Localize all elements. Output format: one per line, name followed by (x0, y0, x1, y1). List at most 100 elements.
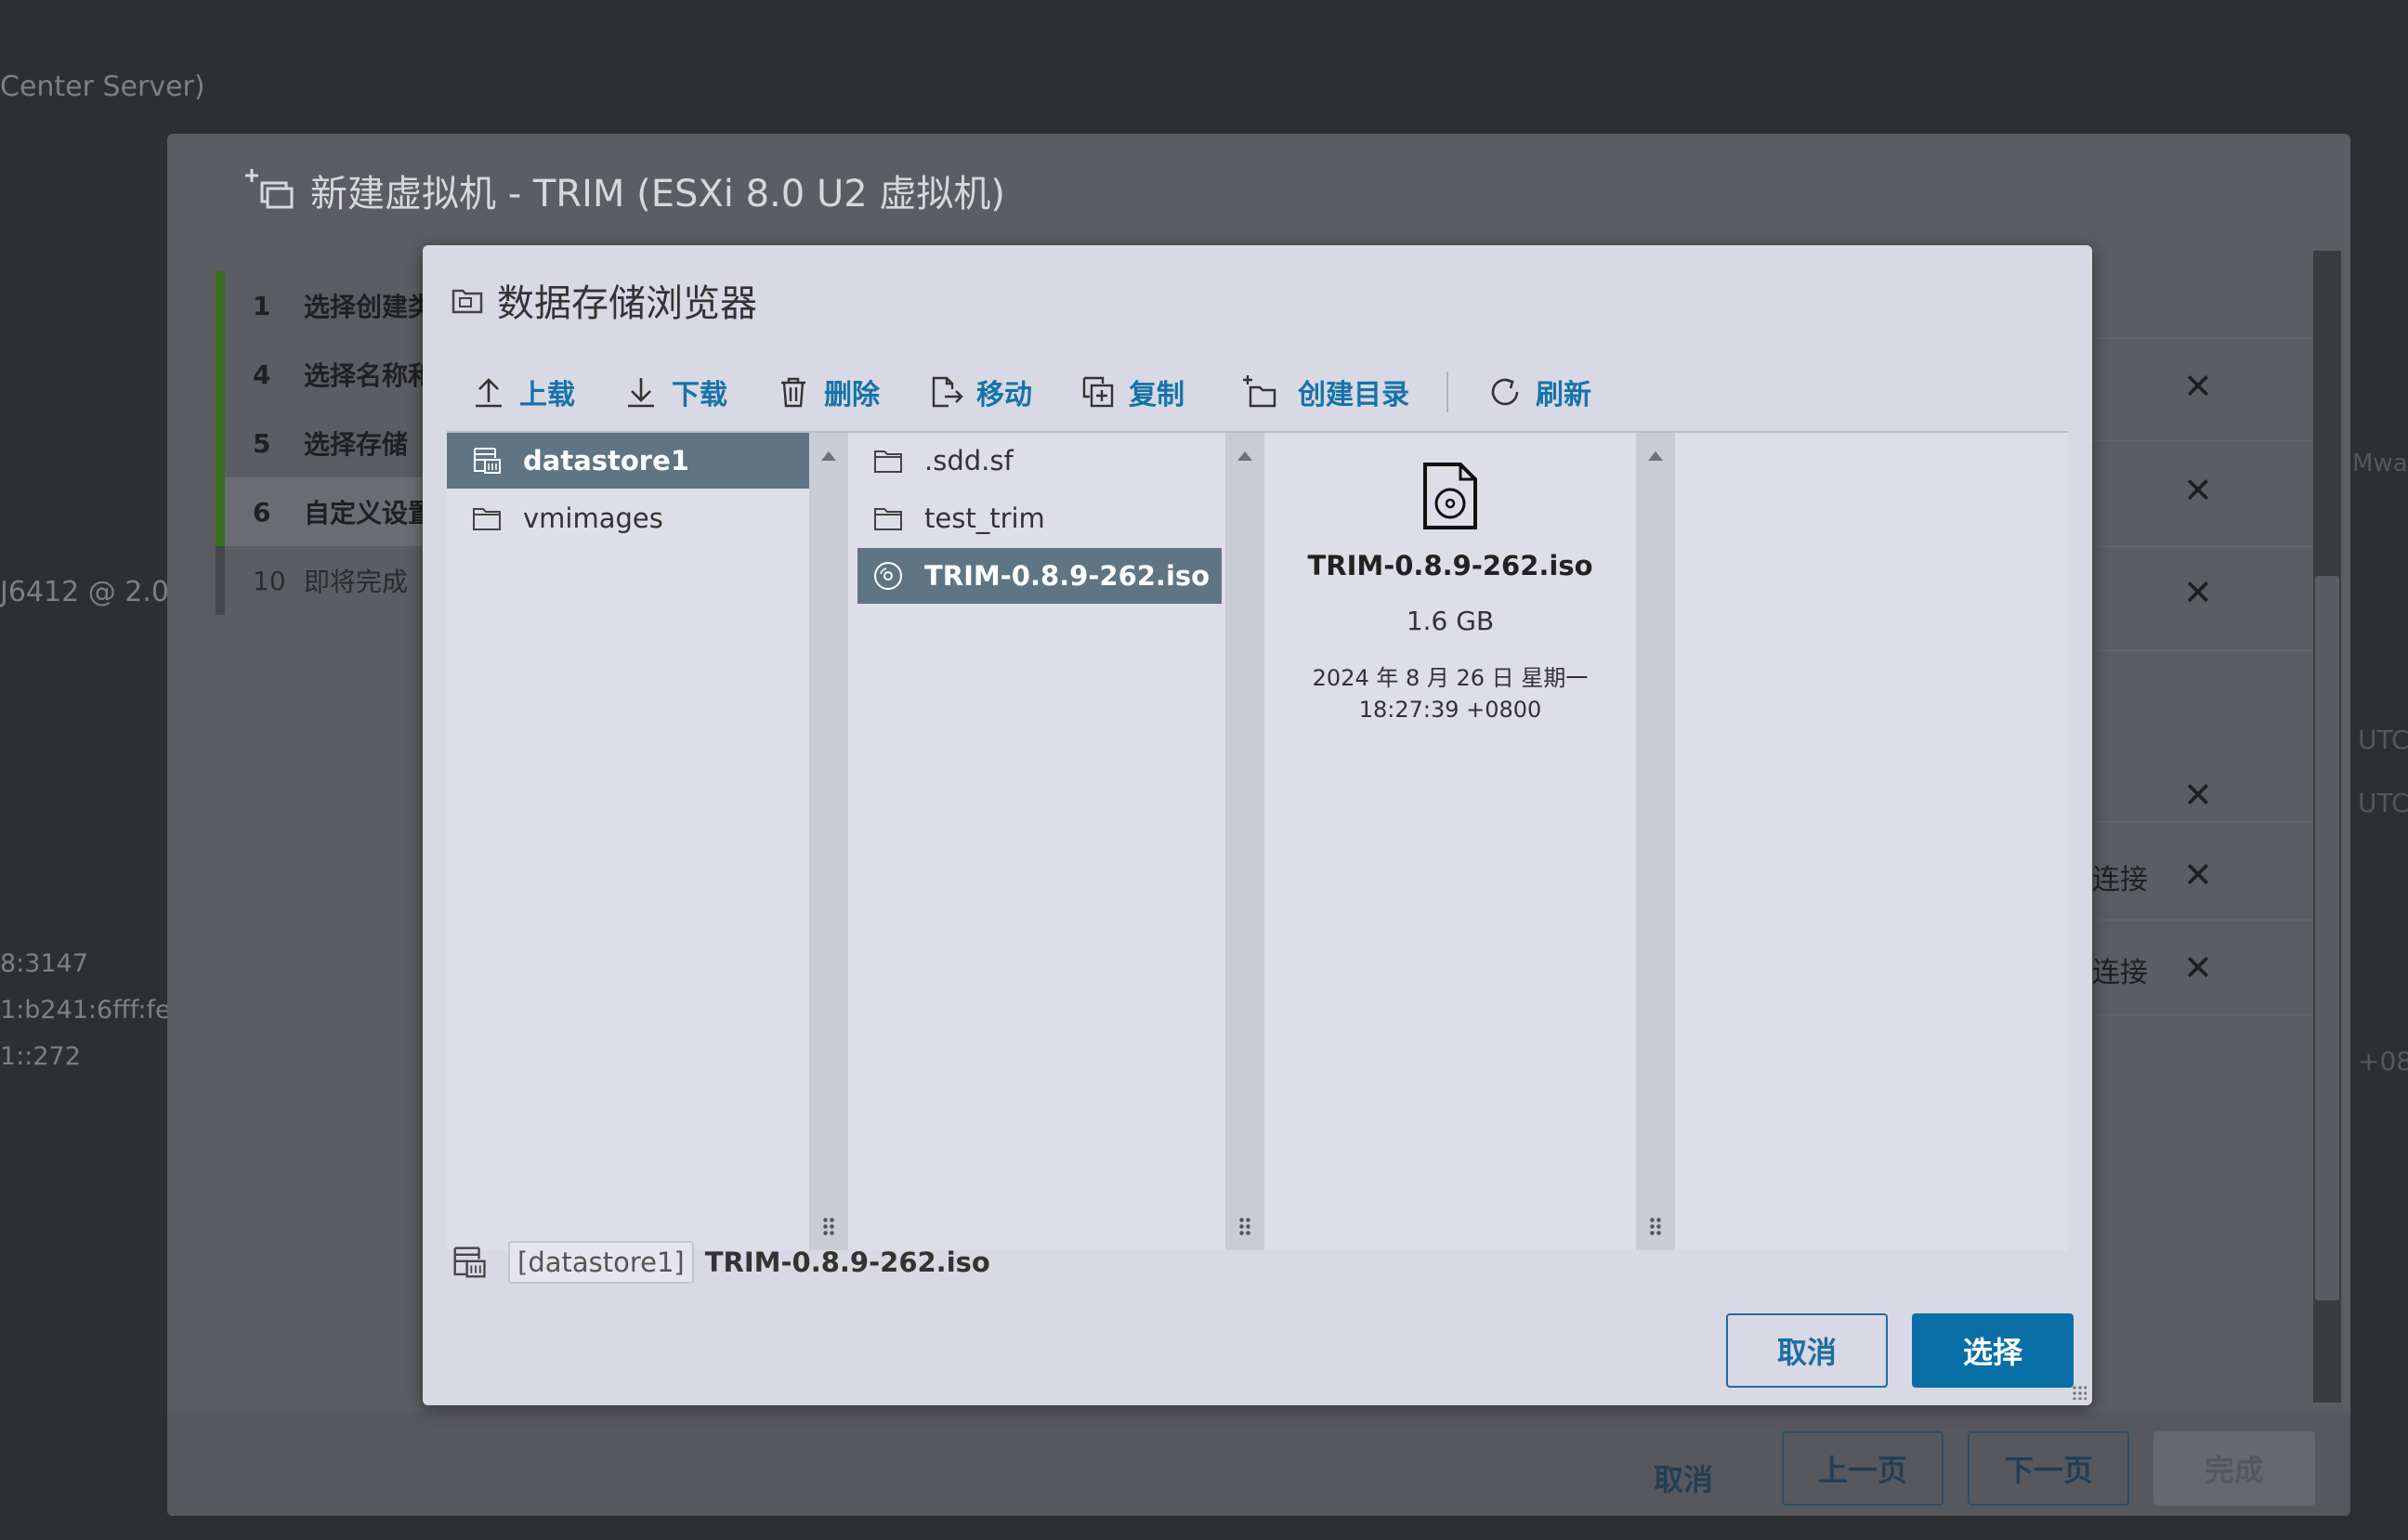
datastore-item-datastore1[interactable]: datastore1 (447, 433, 809, 489)
wizard-prev-button[interactable]: 上一页 (1782, 1431, 1943, 1506)
copy-icon (1082, 376, 1114, 408)
step-label: 选择名称和 (304, 360, 435, 391)
folder-icon (874, 508, 902, 530)
wizard-step-4[interactable]: 4 选择名称和 (216, 340, 457, 409)
new-vm-icon (245, 169, 294, 209)
step-number: 1 (253, 290, 271, 321)
datastore-item-vmimages[interactable]: vmimages (447, 490, 809, 546)
refresh-icon (1491, 378, 1519, 406)
connect-label: 连接 (2092, 957, 2148, 989)
file-item-label: TRIM-0.8.9-262.iso (924, 560, 1211, 592)
scroll-up-icon[interactable] (1237, 451, 1252, 461)
wizard-cancel-button[interactable]: 取消 (1616, 1441, 1750, 1515)
datastore-item-label: vmimages (523, 502, 663, 534)
step-label: 即将完成 (304, 567, 409, 597)
wizard-next-button[interactable]: 下一页 (1968, 1431, 2129, 1506)
upload-icon (476, 378, 502, 408)
file-browser: datastore1 vmimages .sdd.sf test_trim TR… (447, 431, 2068, 1250)
column-resize-grip-icon[interactable] (1649, 1217, 1662, 1237)
column-scrollbar[interactable] (1225, 433, 1264, 1250)
datastore-icon (474, 448, 501, 474)
dialog-select-button[interactable]: 选择 (1912, 1313, 2074, 1388)
files-column: .sdd.sf test_trim TRIM-0.8.9-262.iso (848, 433, 1225, 1250)
browser-toolbar: 上载 下载 删除 移动 复制 创建目录 刷新 (471, 364, 1640, 420)
bg-address-2: 1:b241:6fff:fe (0, 996, 171, 1024)
datastore-browser-dialog: 数据存储浏览器 上载 下载 删除 移动 复制 创建目录 刷新 datastore… (423, 245, 2092, 1405)
wizard-step-1[interactable]: 1 选择创建类 (216, 271, 457, 340)
datastore-column: datastore1 vmimages (447, 433, 809, 1250)
step-label: 选择存储 (304, 429, 409, 460)
copy-button[interactable]: 复制 (1080, 372, 1184, 412)
wizard-title-text: 新建虚拟机 - TRIM (ESXi 8.0 U2 虚拟机) (310, 173, 1005, 215)
column-scrollbar[interactable] (809, 433, 848, 1250)
file-item-sdd-sf[interactable]: .sdd.sf (848, 433, 1214, 489)
disc-icon (874, 562, 902, 590)
preview-file-size: 1.6 GB (1406, 606, 1495, 636)
wizard-steps: 1 选择创建类 4 选择名称和 5 选择存储 6 自定义设置 10 即将完成 (216, 271, 457, 615)
step-number: 4 (253, 359, 271, 390)
step-number: 5 (253, 427, 271, 459)
bg-utc-1: UTC (2358, 724, 2408, 755)
create-directory-button[interactable]: 创建目录 (1233, 372, 1409, 412)
wizard-step-5[interactable]: 5 选择存储 (216, 409, 457, 477)
wizard-title: 新建虚拟机 - TRIM (ESXi 8.0 U2 虚拟机) (242, 163, 1005, 217)
file-preview: TRIM-0.8.9-262.iso 1.6 GB 2024 年 8 月 26 … (1264, 433, 1636, 725)
copy-label: 复制 (1129, 379, 1184, 411)
trash-icon (781, 377, 805, 408)
empty-column (1675, 433, 2068, 1250)
remove-device-close-icon[interactable]: ✕ (2183, 572, 2213, 613)
dialog-title-text: 数据存储浏览器 (497, 282, 757, 325)
scroll-up-icon[interactable] (821, 451, 836, 461)
preview-file-name: TRIM-0.8.9-262.iso (1307, 550, 1593, 581)
page-scrollbar[interactable] (2313, 251, 2341, 1403)
column-resize-grip-icon[interactable] (1238, 1217, 1251, 1237)
move-icon (932, 376, 963, 408)
download-button[interactable]: 下载 (623, 372, 727, 412)
wizard-step-10[interactable]: 10 即将完成 (216, 546, 457, 615)
remove-device-close-icon[interactable]: ✕ (2183, 855, 2213, 895)
new-folder-icon (1243, 375, 1276, 408)
upload-button[interactable]: 上载 (471, 372, 575, 412)
datastore-item-label: datastore1 (523, 445, 689, 476)
scroll-up-icon[interactable] (1648, 451, 1663, 461)
file-item-trim-iso[interactable]: TRIM-0.8.9-262.iso (857, 548, 1222, 604)
step-label: 选择创建类 (304, 292, 435, 322)
dialog-title: 数据存储浏览器 (451, 273, 757, 327)
remove-device-close-icon[interactable]: ✕ (2183, 775, 2213, 816)
column-scrollbar[interactable] (1636, 433, 1675, 1250)
wizard-finish-button[interactable]: 完成 (2153, 1431, 2315, 1506)
move-button[interactable]: 移动 (928, 372, 1032, 412)
remove-device-close-icon[interactable]: ✕ (2183, 366, 2213, 407)
download-label: 下载 (672, 379, 727, 411)
refresh-button[interactable]: 刷新 (1487, 372, 1591, 412)
column-resize-grip-icon[interactable] (822, 1217, 835, 1237)
dialog-resize-handle-icon[interactable] (2072, 1385, 2087, 1400)
download-icon (628, 378, 654, 408)
bg-address-3: 1::272 (0, 1042, 81, 1071)
remove-device-close-icon[interactable]: ✕ (2183, 947, 2213, 988)
bg-server-text: Center Server) (0, 71, 205, 103)
wizard-step-6[interactable]: 6 自定义设置 (216, 477, 457, 546)
bg-cpu-text: J6412 @ 2.0 (0, 576, 169, 608)
move-label: 移动 (976, 379, 1032, 411)
datastore-browser-icon (452, 289, 483, 314)
remove-device-close-icon[interactable]: ✕ (2183, 470, 2213, 511)
disc-file-icon (1423, 463, 1477, 529)
toolbar-separator (1446, 372, 1448, 412)
path-file-name: TRIM-0.8.9-262.iso (704, 1246, 990, 1278)
folder-icon (874, 450, 902, 473)
step-number: 6 (253, 496, 271, 528)
page-scrollbar-thumb[interactable] (2315, 576, 2339, 1300)
wizard-footer: 取消 上一页 下一页 完成 (167, 1413, 2350, 1516)
connect-label: 连接 (2092, 864, 2148, 896)
step-number: 10 (253, 565, 286, 596)
refresh-label: 刷新 (1536, 379, 1591, 411)
upload-label: 上载 (519, 379, 575, 411)
file-item-test-trim[interactable]: test_trim (848, 490, 1214, 546)
file-item-label: .sdd.sf (924, 445, 1014, 476)
bg-address-1: 8:3147 (0, 949, 88, 978)
delete-button[interactable]: 删除 (776, 372, 880, 412)
selected-path: [datastore1] TRIM-0.8.9-262.iso (451, 1241, 990, 1284)
dialog-cancel-button[interactable]: 取消 (1726, 1313, 1888, 1388)
step-label: 自定义设置 (304, 498, 435, 529)
